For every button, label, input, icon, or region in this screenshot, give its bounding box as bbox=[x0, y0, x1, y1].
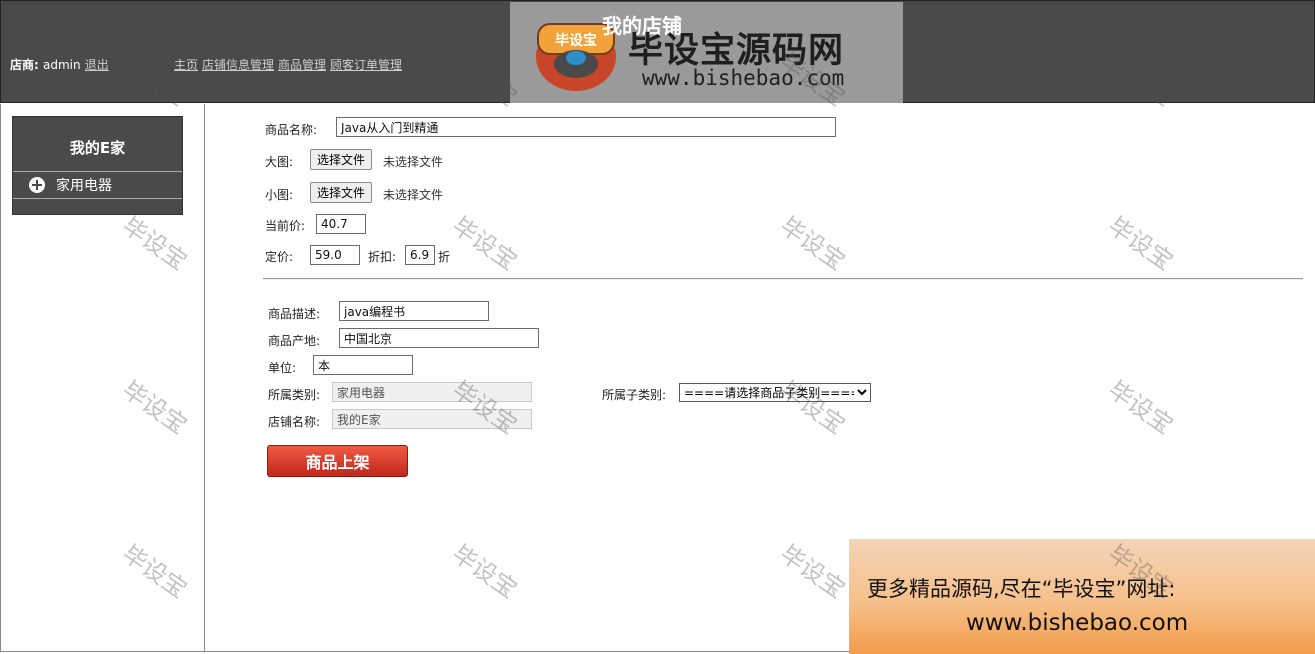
nav-home[interactable]: 主页 bbox=[174, 58, 198, 72]
big-image-label: 大图: bbox=[265, 155, 294, 169]
nav-orders[interactable]: 顾客订单管理 bbox=[330, 58, 402, 72]
current-price-label: 当前价: bbox=[265, 219, 306, 233]
description-label: 商品描述: bbox=[268, 307, 321, 321]
discount-label: 折扣: bbox=[368, 250, 397, 264]
discount-unit: 折 bbox=[438, 250, 451, 264]
subcategory-label: 所属子类别: bbox=[602, 388, 667, 402]
shop-name-input bbox=[332, 409, 532, 429]
big-image-status: 未选择文件 bbox=[383, 155, 444, 169]
description-input[interactable] bbox=[339, 301, 489, 321]
merchant-name: admin bbox=[43, 58, 81, 72]
category-label: 所属类别: bbox=[268, 388, 321, 402]
plus-circle-icon bbox=[29, 177, 45, 193]
sidebar-item-category[interactable]: 家用电器 bbox=[13, 171, 182, 199]
big-image-file-button[interactable]: 选择文件 bbox=[310, 149, 373, 170]
site-logo-banner: 毕设宝 我的店铺 毕设宝源码网 www.bishebao.com bbox=[510, 2, 903, 103]
category-input bbox=[332, 382, 532, 402]
promo-banner: 更多精品源码,尽在“毕设宝”网址: www.bishebao.com bbox=[849, 539, 1315, 654]
promo-text: 更多精品源码,尽在“毕设宝”网址: bbox=[867, 577, 1176, 601]
nav-products[interactable]: 商品管理 bbox=[278, 58, 326, 72]
shop-menu-box: 我的E家 家用电器 bbox=[12, 116, 183, 215]
promo-url: www.bishebao.com bbox=[966, 610, 1189, 636]
small-image-status: 未选择文件 bbox=[383, 188, 444, 202]
unit-label: 单位: bbox=[268, 361, 297, 375]
sidebar-item-label: 家用电器 bbox=[56, 178, 112, 194]
small-image-file-button[interactable]: 选择文件 bbox=[310, 182, 373, 203]
current-price-input[interactable] bbox=[316, 214, 366, 234]
small-image-label: 小图: bbox=[265, 188, 294, 202]
discount-input[interactable] bbox=[405, 245, 435, 265]
top-nav: 主页 店铺信息管理 商品管理 顾客订单管理 bbox=[174, 56, 406, 73]
product-name-input[interactable] bbox=[336, 117, 836, 137]
logo-badge-text: 毕设宝 bbox=[555, 32, 597, 49]
list-price-label: 定价: bbox=[265, 250, 294, 264]
subcategory-select[interactable]: ====请选择商品子类别==== bbox=[679, 383, 871, 402]
unit-input[interactable] bbox=[313, 355, 413, 375]
shop-name-label: 店铺名称: bbox=[268, 415, 321, 429]
sidebar: 我的E家 家用电器 bbox=[0, 104, 205, 652]
product-name-label: 商品名称: bbox=[265, 123, 318, 137]
merchant-info: 店商: admin 退出 bbox=[10, 56, 109, 73]
merchant-label: 店商: bbox=[10, 58, 39, 72]
list-price-input[interactable] bbox=[310, 245, 360, 265]
origin-input[interactable] bbox=[339, 328, 539, 348]
logo-url: www.bishebao.com bbox=[642, 66, 845, 90]
nav-shop-info[interactable]: 店铺信息管理 bbox=[202, 58, 274, 72]
shop-title: 我的E家 bbox=[69, 139, 126, 157]
form-divider bbox=[263, 278, 1303, 280]
origin-label: 商品产地: bbox=[268, 334, 321, 348]
list-product-button[interactable]: 商品上架 bbox=[267, 445, 408, 477]
logout-link[interactable]: 退出 bbox=[85, 58, 109, 72]
